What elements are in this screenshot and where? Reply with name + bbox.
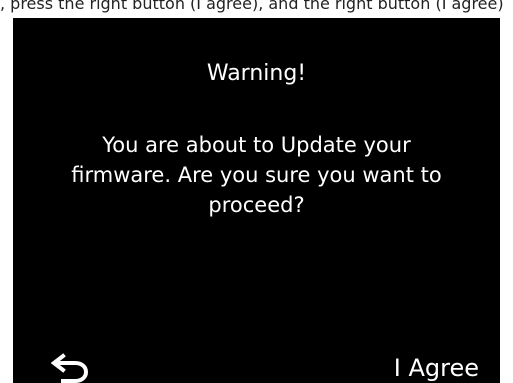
- warning-title: Warning!: [206, 61, 307, 86]
- device-screen: Warning! You are about to Update your fi…: [13, 18, 500, 383]
- left-margin: [0, 18, 13, 383]
- right-margin: [500, 18, 513, 383]
- back-arrow-icon: [51, 353, 89, 383]
- agree-button[interactable]: I Agree: [369, 351, 479, 383]
- top-caption-strip: , press the right button (I agree), and …: [0, 0, 513, 18]
- back-button[interactable]: [51, 352, 91, 383]
- warning-message: You are about to Update your firmware. A…: [71, 133, 442, 217]
- top-caption-text: , press the right button (I agree), and …: [0, 0, 504, 13]
